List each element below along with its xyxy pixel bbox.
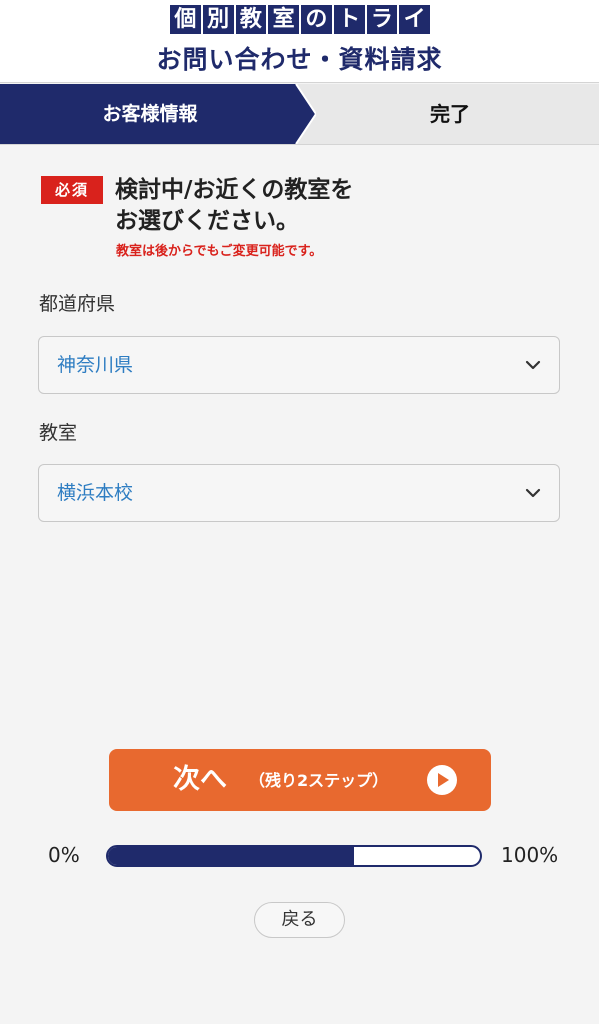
logo-char: 別	[202, 5, 234, 34]
progress-start-label: 0%	[48, 843, 80, 867]
logo-char: 教	[235, 5, 267, 34]
step-complete-label: 完了	[430, 102, 470, 126]
progress-bar	[106, 845, 482, 867]
next-button-label: 次へ	[173, 764, 227, 795]
play-circle-icon	[427, 765, 457, 795]
brand-logo[interactable]: 個 別 教 室 の ト ラ イ	[170, 5, 430, 34]
step-customer-info: お客様情報	[0, 84, 316, 144]
inquiry-form-page: 個 別 教 室 の ト ラ イ お問い合わせ・資料請求 お客様情報 完了 必須 …	[0, 0, 599, 1024]
prefecture-select[interactable]: 神奈川県	[38, 336, 560, 394]
logo-char: イ	[399, 5, 430, 34]
school-select[interactable]: 横浜本校	[38, 464, 560, 522]
next-button[interactable]: 次へ （残り2ステップ）	[109, 749, 491, 811]
school-label: 教室	[39, 422, 78, 444]
back-button[interactable]: 戻る	[254, 902, 345, 938]
next-button-remaining-steps: （残り2ステップ）	[249, 771, 389, 790]
logo-char: ト	[333, 5, 365, 34]
logo-char: ラ	[366, 5, 398, 34]
prefecture-select-value: 神奈川県	[57, 354, 134, 376]
school-select-value: 横浜本校	[57, 482, 134, 504]
header: 個 別 教 室 の ト ラ イ お問い合わせ・資料請求	[0, 0, 599, 83]
prefecture-label: 都道府県	[39, 293, 116, 315]
logo-char: 室	[268, 5, 299, 34]
logo-char: の	[301, 5, 332, 34]
step-progress-bar: お客様情報 完了	[0, 84, 599, 145]
logo-char: 個	[170, 5, 201, 34]
step-active-label: お客様情報	[102, 103, 198, 125]
progress-bar-fill	[108, 847, 354, 865]
chevron-down-icon	[525, 360, 541, 370]
required-badge: 必須	[41, 176, 103, 204]
page-title: お問い合わせ・資料請求	[156, 45, 443, 74]
chevron-down-icon	[525, 488, 541, 498]
question-note: 教室は後からでもご変更可能です。	[116, 244, 323, 259]
question-heading: 検討中/お近くの教室を お選びください。	[115, 177, 354, 234]
progress-end-label: 100%	[501, 843, 559, 867]
